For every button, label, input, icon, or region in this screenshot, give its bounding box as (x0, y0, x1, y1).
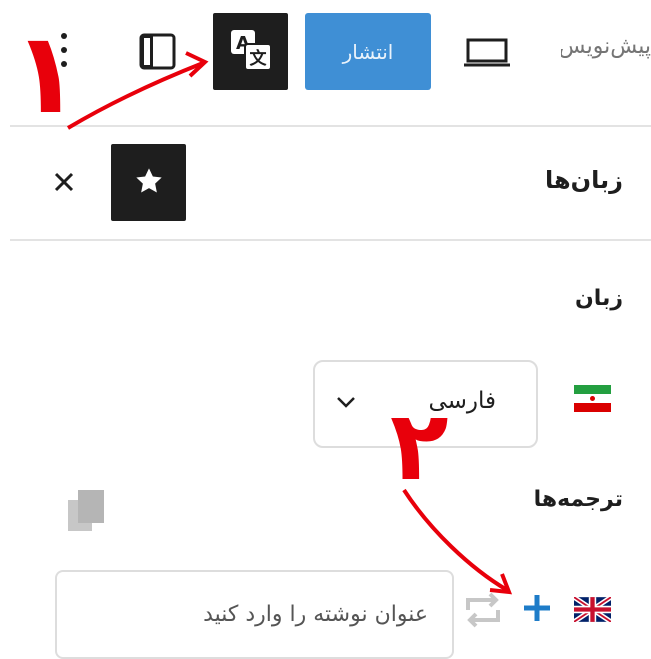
chevron-down-icon (335, 394, 357, 413)
annotation-arrow-1 (66, 61, 204, 130)
pin-button[interactable] (111, 144, 186, 221)
toolbar-divider (10, 125, 651, 127)
annotation-step-1: ۱ (12, 9, 81, 139)
svg-text:文: 文 (249, 48, 267, 69)
sync-icon[interactable] (462, 590, 504, 630)
annotation-arrowhead-1 (185, 51, 209, 78)
panel-divider (10, 239, 651, 241)
annotation-step-2: ۲ (390, 390, 449, 502)
translate-icon: A 文 (229, 28, 273, 76)
plus-icon (521, 595, 553, 628)
desktop-preview-icon[interactable] (462, 36, 512, 70)
publish-button[interactable]: انتشار (305, 13, 431, 90)
sidebar-toggle-icon[interactable] (138, 32, 178, 72)
panel-title: زبان‌ها (545, 166, 623, 194)
iran-flag-icon (574, 385, 611, 412)
post-title-input[interactable] (55, 570, 454, 659)
language-label: زبان (575, 286, 623, 311)
annotation-arrows (66, 51, 513, 595)
close-button[interactable] (48, 168, 80, 200)
add-translation-button[interactable] (521, 592, 553, 624)
uk-flag-icon (572, 595, 613, 624)
close-icon (52, 170, 76, 198)
translations-label: ترجمه‌ها (533, 487, 623, 512)
translate-button[interactable]: A 文 (213, 13, 288, 90)
duplicate-icon[interactable] (64, 486, 108, 534)
draft-label: پیش‌نویس (561, 34, 651, 59)
star-icon (132, 165, 166, 201)
